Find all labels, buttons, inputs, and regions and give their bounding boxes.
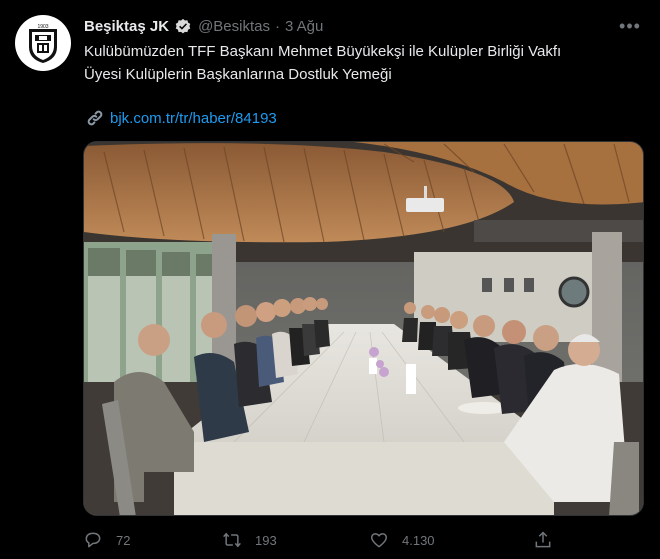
besiktas-crest-icon: 1903 [29, 24, 57, 63]
more-options-icon[interactable]: ••• [618, 14, 642, 38]
retweet-button[interactable]: 193 [222, 530, 277, 550]
tweet-date[interactable]: 3 Ağu [285, 18, 323, 35]
tweet-text: Kulübümüzden TFF Başkanı Mehmet Büyükekş… [84, 40, 644, 86]
link-icon [84, 107, 106, 129]
like-button[interactable]: 4.130 [369, 530, 435, 550]
tweet-text-line: Kulübümüzden TFF Başkanı Mehmet Büyükekş… [84, 43, 562, 60]
separator-dot: · [274, 17, 280, 35]
heart-icon [370, 533, 388, 548]
reply-icon [85, 532, 101, 548]
dinner-photo-illustration [84, 142, 643, 515]
retweet-count: 193 [255, 532, 277, 548]
tweet[interactable]: 1903 Beşiktaş JK @Besiktas · 3 Ağu ••• K… [0, 0, 660, 559]
verified-badge-icon [174, 17, 192, 35]
svg-text:1903: 1903 [37, 24, 48, 30]
share-icon [535, 531, 551, 548]
tweet-photo[interactable] [83, 141, 644, 516]
reply-button[interactable]: 72 [83, 530, 130, 550]
author-handle[interactable]: @Besiktas [198, 18, 270, 35]
reply-count: 72 [116, 532, 131, 548]
like-count: 4.130 [402, 532, 435, 548]
avatar[interactable]: 1903 [15, 15, 71, 71]
retweet-icon [223, 532, 241, 548]
article-link[interactable]: bjk.com.tr/tr/haber/84193 [110, 110, 277, 127]
author-name[interactable]: Beşiktaş JK [84, 18, 169, 35]
share-button[interactable] [533, 530, 566, 550]
tweet-text-line: Üyesi Kulüplerin Başkanlarına Dostluk Ye… [84, 66, 392, 83]
